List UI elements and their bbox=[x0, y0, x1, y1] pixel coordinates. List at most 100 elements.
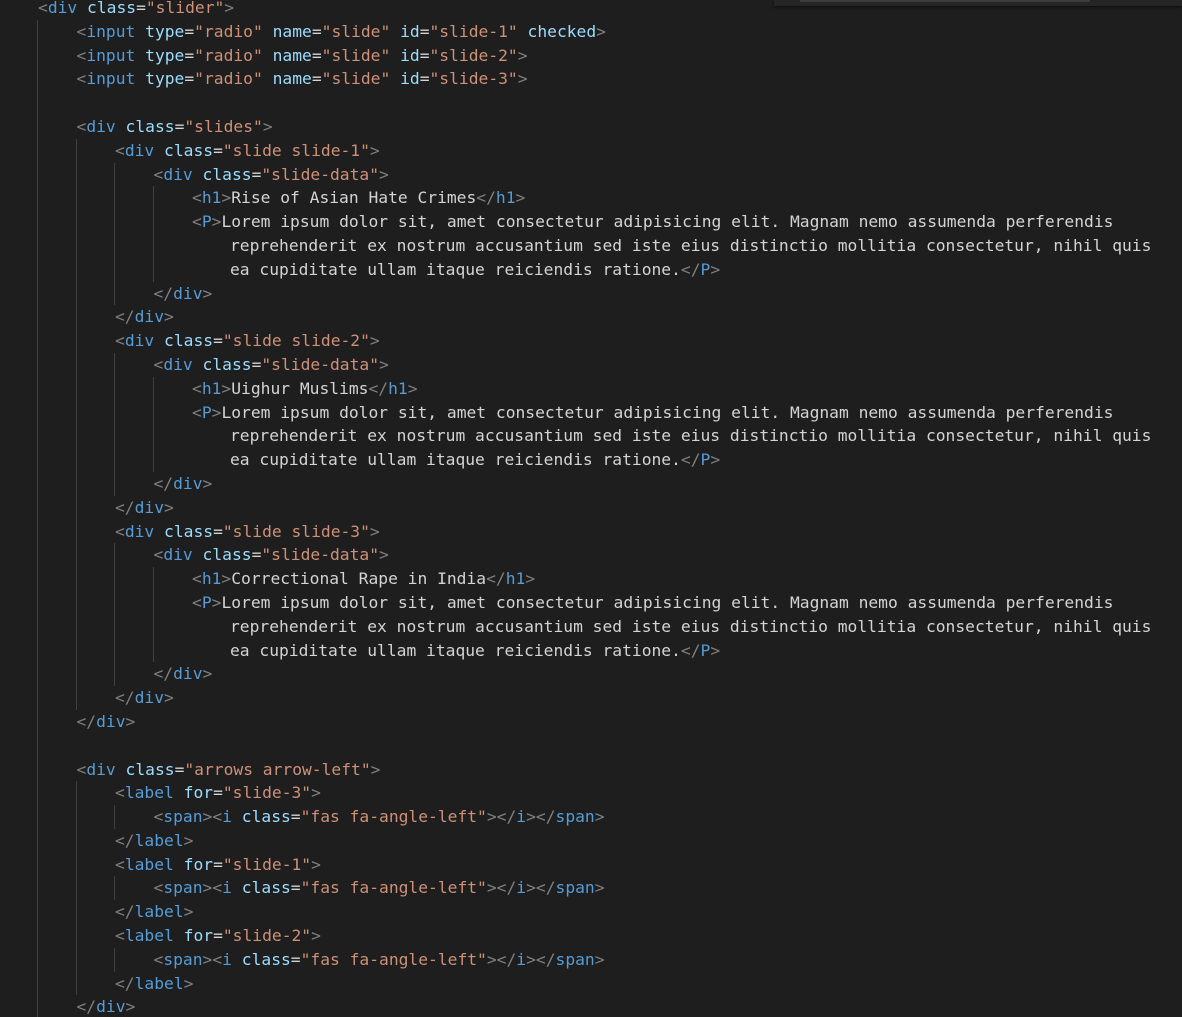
indent-guide bbox=[75, 424, 77, 449]
indent-guide bbox=[75, 924, 77, 948]
indent-guide bbox=[75, 828, 77, 853]
code-text: </div> bbox=[76, 997, 136, 1017]
code-text: <span><i class="fas fa-angle-left"></i><… bbox=[153, 949, 605, 969]
indent-guide bbox=[152, 210, 154, 234]
indent-guide bbox=[75, 900, 77, 925]
code-line[interactable]: ea cupiditate ullam itaque reiciendis ra… bbox=[0, 638, 1182, 663]
indent-guide bbox=[37, 876, 38, 901]
code-line[interactable]: <label for="slide-2"> bbox=[0, 924, 1182, 948]
code-line[interactable]: <h1>Correctional Rape in India</h1> bbox=[0, 567, 1182, 591]
indent-guide bbox=[75, 329, 77, 353]
indent-guide bbox=[75, 567, 77, 591]
indent-guide bbox=[75, 662, 77, 687]
indent-guide bbox=[114, 400, 115, 425]
indent-guide bbox=[37, 424, 38, 449]
indent-guide bbox=[37, 67, 38, 92]
indent-guide bbox=[75, 448, 77, 472]
code-line[interactable]: <h1>Uighur Muslims</h1> bbox=[0, 376, 1182, 401]
indent-guide bbox=[114, 471, 115, 496]
code-text: </label> bbox=[115, 830, 194, 850]
code-line[interactable]: <div class="slides"> bbox=[0, 114, 1182, 139]
code-line[interactable]: <div class="slider"> bbox=[0, 0, 1182, 20]
indent-guide bbox=[114, 448, 115, 472]
code-text: </div> bbox=[76, 711, 136, 731]
code-line[interactable]: </div> bbox=[0, 995, 1182, 1017]
code-line[interactable]: </div> bbox=[0, 709, 1182, 734]
indent-guide bbox=[37, 638, 38, 663]
indent-guide bbox=[75, 186, 77, 211]
code-line[interactable]: </div> bbox=[0, 281, 1182, 306]
code-line[interactable]: ea cupiditate ullam itaque reiciendis ra… bbox=[0, 448, 1182, 472]
indent-guide bbox=[75, 257, 77, 282]
code-line[interactable]: <input type="radio" name="slide" id="sli… bbox=[0, 67, 1182, 92]
code-text: </div> bbox=[115, 688, 174, 708]
indent-guide bbox=[75, 376, 77, 401]
code-line[interactable]: </div> bbox=[0, 686, 1182, 710]
code-text: <div class="slide-data"> bbox=[153, 164, 389, 184]
code-line[interactable]: <div class="slide-data"> bbox=[0, 162, 1182, 187]
code-line[interactable]: <label for="slide-3"> bbox=[0, 781, 1182, 806]
code-line[interactable]: <div class="slide slide-3"> bbox=[0, 519, 1182, 544]
indent-guide bbox=[75, 281, 77, 306]
code-text: <div class="slide slide-2"> bbox=[115, 331, 380, 351]
code-line[interactable]: </div> bbox=[0, 471, 1182, 496]
indent-guide bbox=[75, 519, 77, 544]
code-line[interactable]: </div> bbox=[0, 305, 1182, 330]
code-line[interactable]: reprehenderit ex nostrum accusantium sed… bbox=[0, 614, 1182, 639]
code-line[interactable]: <h1>Rise of Asian Hate Crimes</h1> bbox=[0, 186, 1182, 211]
code-line[interactable]: <div class="slide-data"> bbox=[0, 352, 1182, 377]
indent-guide bbox=[114, 233, 115, 258]
code-line[interactable] bbox=[0, 91, 1182, 115]
code-line[interactable]: reprehenderit ex nostrum accusantium sed… bbox=[0, 233, 1182, 258]
code-line[interactable]: <div class="slide slide-1"> bbox=[0, 138, 1182, 163]
code-text: <P>Lorem ipsum dolor sit, amet consectet… bbox=[192, 402, 1114, 422]
indent-guide bbox=[75, 543, 77, 568]
indent-guide bbox=[37, 114, 38, 139]
code-editor[interactable]: <div class="slider"> <input type="radio" … bbox=[0, 0, 1182, 1017]
code-line[interactable]: <input type="radio" name="slide" id="sli… bbox=[0, 43, 1182, 68]
code-text: reprehenderit ex nostrum accusantium sed… bbox=[230, 426, 1152, 446]
code-line[interactable]: <input type="radio" name="slide" id="sli… bbox=[0, 19, 1182, 44]
indent-guide bbox=[114, 638, 115, 663]
indent-guide bbox=[75, 686, 77, 710]
code-line[interactable]: </div> bbox=[0, 662, 1182, 687]
indent-guide bbox=[152, 376, 154, 401]
indent-guide bbox=[75, 590, 77, 615]
code-text: <span><i class="fas fa-angle-left"></i><… bbox=[153, 807, 605, 827]
code-line[interactable]: <span><i class="fas fa-angle-left"></i><… bbox=[0, 805, 1182, 829]
indent-guide bbox=[37, 162, 38, 187]
code-line[interactable]: ea cupiditate ullam itaque reiciendis ra… bbox=[0, 257, 1182, 282]
code-line[interactable]: <span><i class="fas fa-angle-left"></i><… bbox=[0, 876, 1182, 901]
indent-guide bbox=[152, 590, 154, 615]
code-line[interactable]: <P>Lorem ipsum dolor sit, amet consectet… bbox=[0, 590, 1182, 615]
code-line[interactable]: <div class="arrows arrow-left"> bbox=[0, 757, 1182, 782]
code-line[interactable]: <P>Lorem ipsum dolor sit, amet consectet… bbox=[0, 210, 1182, 234]
code-line[interactable]: </label> bbox=[0, 828, 1182, 853]
code-line[interactable]: </label> bbox=[0, 971, 1182, 996]
code-line[interactable]: reprehenderit ex nostrum accusantium sed… bbox=[0, 424, 1182, 449]
code-lines[interactable]: <div class="slider"> <input type="radio" … bbox=[0, 0, 1182, 1017]
indent-guide bbox=[152, 424, 154, 449]
code-line[interactable]: <div class="slide slide-2"> bbox=[0, 329, 1182, 353]
code-line[interactable]: <P>Lorem ipsum dolor sit, amet consectet… bbox=[0, 400, 1182, 425]
code-text: <div class="slides"> bbox=[76, 116, 273, 136]
indent-guide bbox=[37, 805, 38, 829]
code-line[interactable]: </label> bbox=[0, 900, 1182, 925]
code-line[interactable]: </div> bbox=[0, 495, 1182, 520]
indent-guide bbox=[37, 257, 38, 282]
code-line[interactable]: <span><i class="fas fa-angle-left"></i><… bbox=[0, 947, 1182, 972]
code-line[interactable]: <label for="slide-1"> bbox=[0, 852, 1182, 877]
code-text: </div> bbox=[153, 283, 213, 303]
code-line[interactable] bbox=[0, 733, 1182, 758]
indent-guide bbox=[37, 91, 38, 115]
indent-guide bbox=[75, 805, 77, 829]
indent-guide bbox=[114, 567, 115, 591]
code-text: <input type="radio" name="slide" id="sli… bbox=[76, 21, 606, 41]
indent-guide bbox=[152, 257, 154, 282]
indent-guide bbox=[114, 424, 115, 449]
code-line[interactable]: <div class="slide-data"> bbox=[0, 543, 1182, 568]
indent-guide bbox=[37, 329, 38, 353]
indent-guide bbox=[75, 210, 77, 234]
indent-guide bbox=[75, 876, 77, 901]
indent-guide bbox=[37, 590, 38, 615]
